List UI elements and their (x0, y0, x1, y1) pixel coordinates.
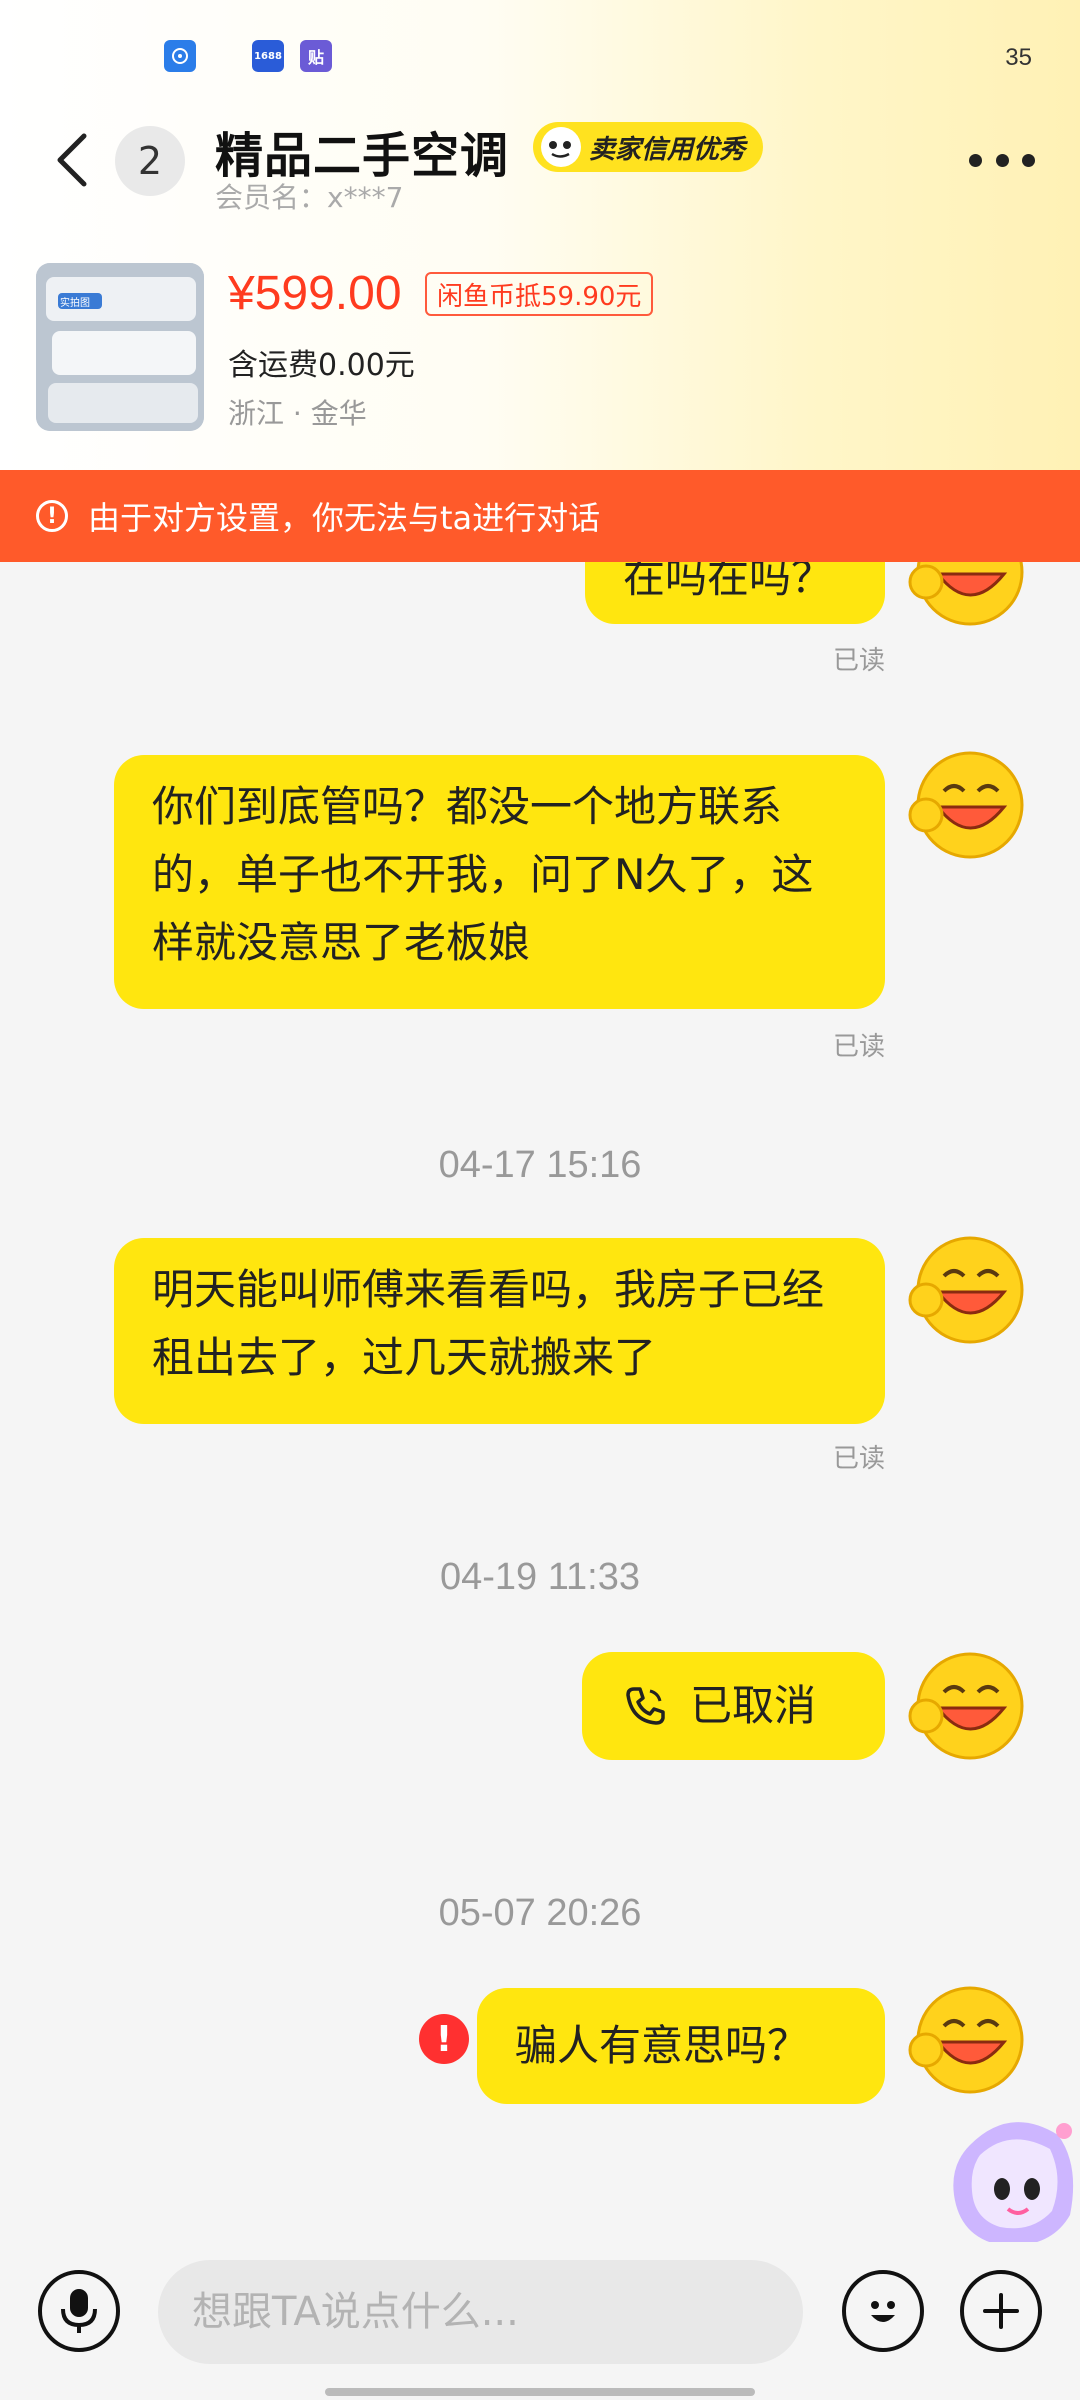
message-text: 明天能叫师傅来看看吗，我房子已经租出去了，过几天就搬来了 (152, 1265, 825, 1382)
read-status: 已读 (832, 1032, 885, 1062)
message-bubble[interactable]: 你们到底管吗？都没一个地方联系的，单子也不开我，问了N久了，这样就没意思了老板娘 (114, 755, 885, 1009)
call-status-text: 已取消 (690, 1681, 817, 1730)
member-name: 会员名：x***7 (215, 181, 404, 214)
chat-message-list[interactable]: 在吗在吗？ 已读 你们到底管吗？都没一个地方联系的，单子也不开我，问了N久了，这… (0, 562, 1080, 2242)
message-input[interactable] (158, 2260, 803, 2364)
credit-badge-label: 卖家信用优秀 (589, 134, 746, 165)
phone-icon (626, 1687, 665, 1725)
more-dot-icon (969, 153, 982, 167)
shipping-fee: 含运费0.00元 (228, 348, 415, 383)
message-timestamp: 04-17 15:16 (438, 1144, 642, 1186)
fish-mascot-icon (541, 127, 581, 167)
avatar[interactable] (908, 562, 1028, 632)
product-price: ¥599.00 (228, 267, 402, 320)
message-bubble[interactable]: 在吗在吗？ (585, 562, 885, 624)
app-1688-status-icon: 1688 (252, 40, 284, 72)
avatar[interactable] (908, 1646, 1028, 1766)
emoji-icon (871, 2301, 895, 2322)
back-button[interactable] (50, 130, 94, 190)
coin-discount-tag: 闲鱼币抵59.90元 (425, 272, 654, 316)
app-tie-status-icon: 贴 (300, 40, 332, 72)
voice-input-button[interactable] (38, 2270, 120, 2352)
status-time: 35 (1005, 44, 1032, 71)
assistant-mascot-icon[interactable] (940, 2105, 1080, 2255)
call-record-bubble[interactable]: 已取消 (582, 1652, 885, 1760)
more-dot-icon (1022, 153, 1035, 167)
unread-count-badge[interactable]: 2 (115, 126, 185, 196)
blocked-notice-text: 由于对方设置，你无法与ta进行对话 (88, 499, 601, 537)
microphone-icon (61, 2289, 97, 2333)
product-location: 浙江 · 金华 (228, 397, 367, 430)
more-dot-icon (995, 153, 1009, 167)
warning-icon: ! (36, 500, 68, 532)
message-text: 骗人有意思吗？ (515, 2021, 810, 2070)
home-indicator[interactable] (325, 2388, 755, 2396)
plus-icon (983, 2293, 1019, 2329)
message-timestamp: 04-19 11:33 (439, 1556, 641, 1598)
air-conditioner-photo (36, 263, 204, 431)
chat-input-bar (0, 2242, 1080, 2400)
avatar[interactable] (908, 1980, 1028, 2100)
more-options-button[interactable] (969, 150, 1035, 170)
message-text: 在吗在吗？ (623, 562, 834, 602)
thumbnail-label: 实拍图 (60, 298, 90, 309)
read-status: 已读 (832, 646, 885, 676)
avatar[interactable] (908, 745, 1028, 865)
send-failed-icon[interactable]: ! (419, 2014, 469, 2064)
message-bubble[interactable]: 明天能叫师傅来看看吗，我房子已经租出去了，过几天就搬来了 (114, 1238, 885, 1424)
app-status-icon (164, 40, 196, 72)
avatar[interactable] (908, 1230, 1028, 1350)
more-actions-button[interactable] (960, 2270, 1042, 2352)
message-timestamp: 05-07 20:26 (438, 1892, 642, 1934)
message-bubble[interactable]: 骗人有意思吗？ (477, 1988, 885, 2104)
blocked-notice-banner: ! 由于对方设置，你无法与ta进行对话 (0, 470, 1080, 562)
product-thumbnail[interactable]: 实拍图 (36, 263, 204, 431)
emoji-button[interactable] (842, 2270, 924, 2352)
credit-badge[interactable]: 卖家信用优秀 (533, 122, 764, 172)
back-arrow-icon (57, 133, 87, 187)
message-text: 你们到底管吗？都没一个地方联系的，单子也不开我，问了N久了，这样就没意思了老板娘 (152, 782, 814, 967)
read-status: 已读 (832, 1444, 885, 1474)
